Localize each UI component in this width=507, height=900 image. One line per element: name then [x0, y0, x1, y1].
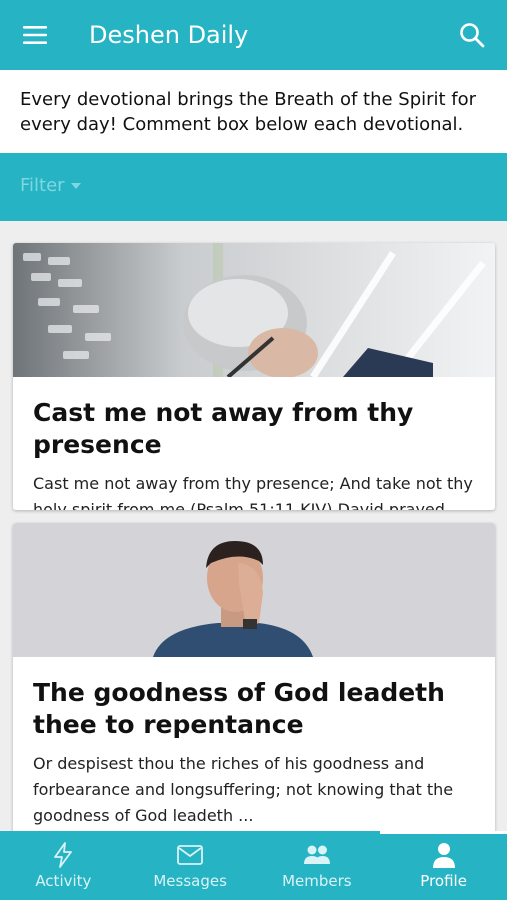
man-hand-on-face-image [13, 523, 495, 657]
nav-label-profile: Profile [420, 871, 467, 890]
lightning-icon [52, 841, 74, 868]
bottom-navigation: Activity Messages Members Profile [0, 831, 507, 900]
envelope-icon [177, 842, 204, 868]
post-card[interactable]: The goodness of God leadeth thee to repe… [13, 523, 495, 853]
post-title[interactable]: Cast me not away from thy presence [13, 377, 495, 461]
filter-dropdown[interactable]: Filter [20, 175, 81, 196]
post-excerpt: Or despisest thou the riches of his good… [33, 754, 454, 825]
app-title: Deshen Daily [89, 21, 249, 49]
nav-item-profile[interactable]: Profile [380, 831, 507, 900]
post-excerpt: Cast me not away from thy presence; And … [33, 474, 473, 510]
nav-item-activity[interactable]: Activity [0, 831, 127, 900]
nav-label-members: Members [282, 871, 352, 890]
search-icon [460, 23, 485, 48]
filter-bar: Filter [0, 153, 507, 221]
app-bar: Deshen Daily [0, 0, 507, 70]
nav-label-messages: Messages [153, 871, 227, 890]
caret-down-icon [70, 182, 81, 189]
intro-text: Every devotional brings the Breath of th… [20, 89, 477, 135]
nav-item-members[interactable]: Members [254, 831, 381, 900]
intro-banner: Every devotional brings the Breath of th… [0, 70, 507, 153]
search-button[interactable] [437, 0, 507, 70]
active-tab-indicator [380, 831, 507, 834]
post-card[interactable]: Cast me not away from thy presence Cast … [13, 243, 495, 510]
menu-button[interactable] [0, 0, 70, 70]
post-title[interactable]: The goodness of God leadeth thee to repe… [13, 657, 495, 741]
filter-label: Filter [20, 175, 65, 196]
person-icon [432, 842, 456, 868]
people-icon [303, 842, 331, 868]
nav-label-activity: Activity [35, 871, 92, 890]
nav-item-messages[interactable]: Messages [127, 831, 254, 900]
hamburger-menu-icon [23, 26, 47, 44]
man-head-on-desk-image [13, 243, 495, 377]
